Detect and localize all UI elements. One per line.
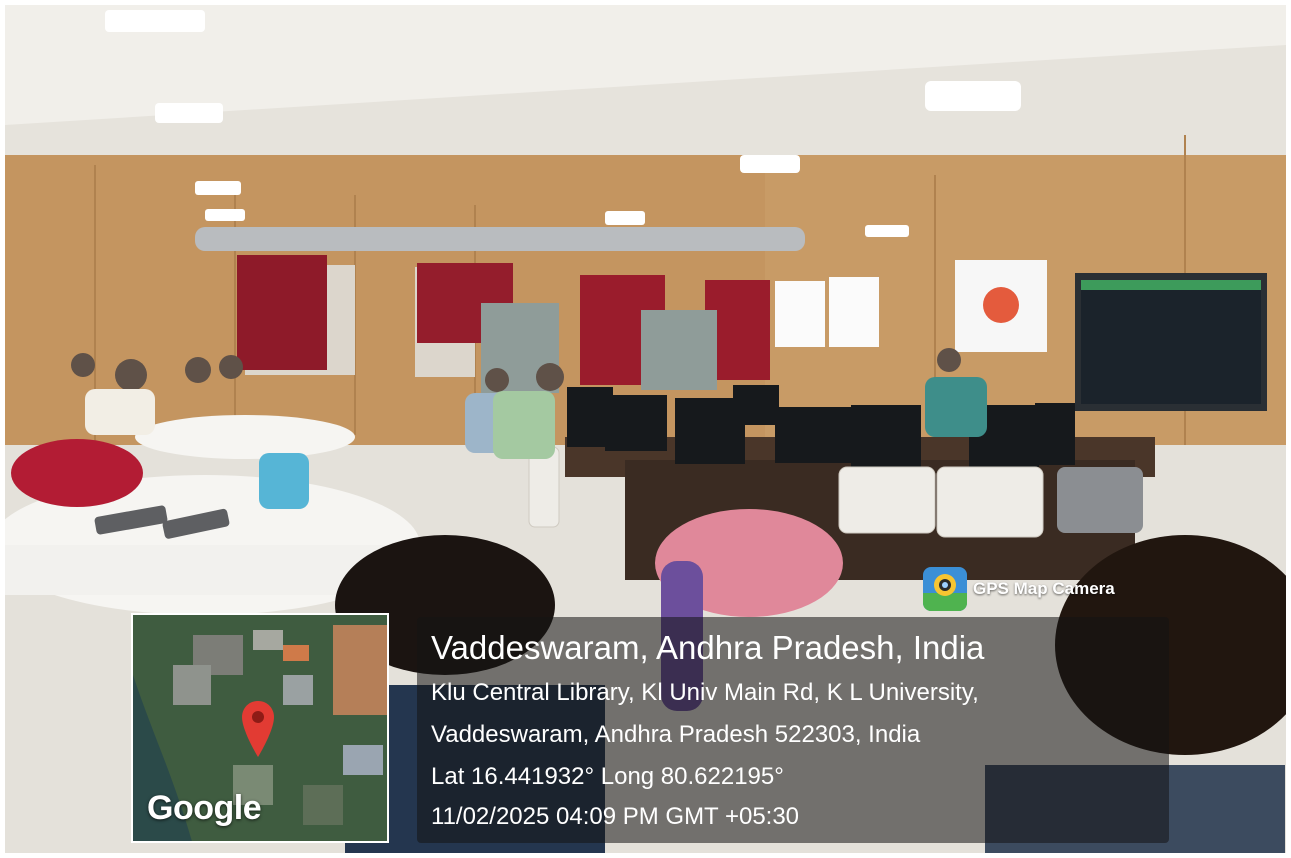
map-pin-icon — [242, 701, 274, 757]
app-brand: GPS Map Camera — [923, 567, 1115, 611]
address-line-2: Vaddeswaram, Andhra Pradesh 522303, Indi… — [431, 721, 921, 748]
coordinates-text: Lat 16.441932° Long 80.622195° — [431, 763, 784, 790]
google-map-logo: Google — [147, 789, 262, 827]
photo-frame: Google Vaddeswaram, Andhra Pradesh, Indi… — [5, 5, 1286, 853]
location-title: Vaddeswaram, Andhra Pradesh, India — [431, 629, 985, 666]
timestamp-text: 11/02/2025 04:09 PM GMT +05:30 — [431, 803, 800, 830]
address-line-1: Klu Central Library, Kl Univ Main Rd, K … — [431, 679, 979, 706]
camera-pin-icon — [923, 567, 967, 611]
brand-label: GPS Map Camera — [973, 579, 1115, 598]
